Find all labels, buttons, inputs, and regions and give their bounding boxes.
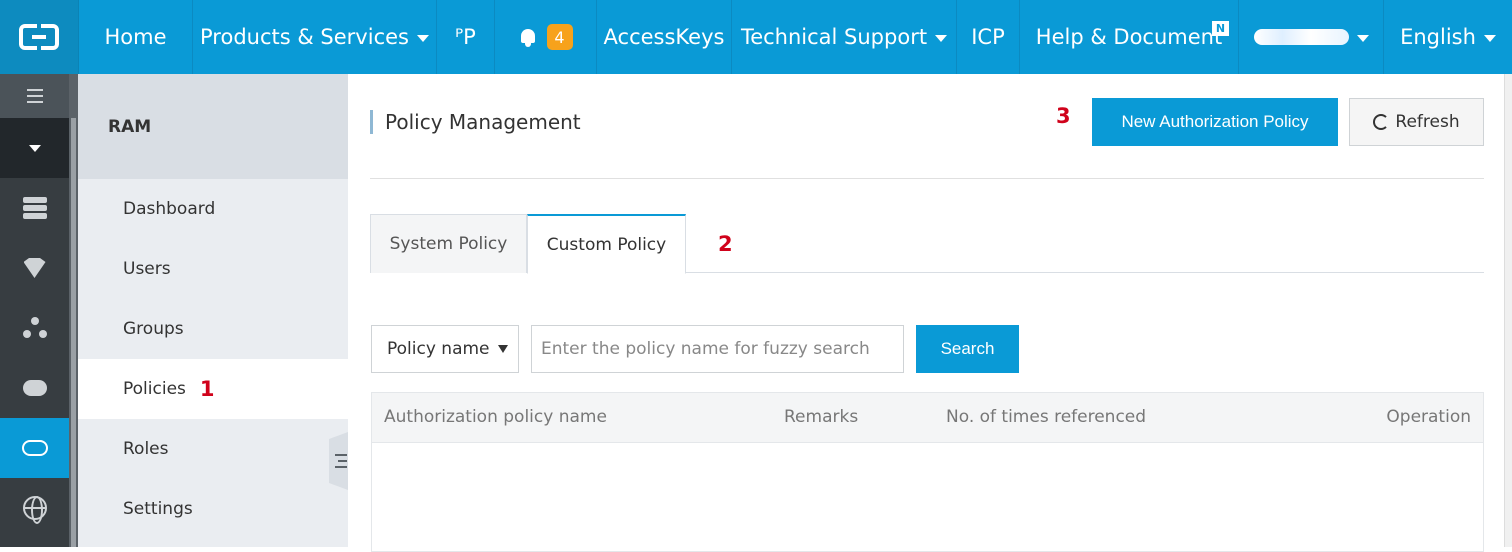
policy-table: Authorization policy name Remarks No. of… — [371, 392, 1484, 552]
globe-icon — [22, 496, 47, 524]
bell-icon — [519, 28, 537, 47]
nav-truncated-label: ᴾP — [455, 25, 476, 49]
nav-help-document[interactable]: Help & Document N — [1020, 0, 1239, 74]
database-icon — [22, 197, 47, 219]
main-content: Policy Management 3 New Authorization Po… — [348, 74, 1512, 552]
tab-label: System Policy — [389, 234, 508, 254]
annotation-marker-2: 2 — [718, 232, 733, 256]
collapse-icon — [334, 454, 347, 468]
new-authorization-policy-button[interactable]: New Authorization Policy — [1092, 98, 1338, 146]
nav-language-label: English — [1400, 25, 1476, 49]
sidebar-item-roles[interactable]: Roles — [78, 419, 348, 479]
menu-icon — [26, 89, 43, 103]
rail-item-globe[interactable] — [0, 478, 69, 538]
rail-item-ram[interactable] — [0, 418, 69, 478]
column-header-remarks: Remarks — [784, 407, 859, 427]
sidebar-item-settings[interactable]: Settings — [78, 479, 348, 539]
annotation-marker-3: 3 — [1056, 104, 1071, 128]
nav-language-selector[interactable]: English — [1384, 0, 1512, 74]
header-divider — [370, 178, 1484, 179]
refresh-icon — [1373, 114, 1390, 130]
chevron-down-icon — [935, 35, 948, 42]
page-title: Policy Management — [370, 110, 581, 134]
column-header-operation: Operation — [1386, 407, 1471, 427]
nav-accesskeys[interactable]: AccessKeys — [597, 0, 732, 74]
rail-item-shield[interactable] — [0, 238, 69, 298]
cloud-outline-icon — [21, 440, 48, 456]
dropdown-icon — [28, 144, 41, 152]
chevron-down-icon — [1483, 35, 1496, 42]
rail-dropdown[interactable] — [0, 118, 69, 178]
nav-notifications[interactable]: 4 — [495, 0, 597, 74]
chevron-down-icon — [416, 35, 429, 42]
column-header-policy-name: Authorization policy name — [384, 407, 607, 427]
aliyun-logo[interactable] — [0, 0, 79, 74]
tab-system-policy[interactable]: System Policy — [370, 214, 527, 273]
rail-scrollbar-thumb[interactable] — [71, 118, 76, 547]
select-value: Policy name — [387, 339, 490, 359]
sidebar-item-label: Users — [123, 259, 171, 279]
table-header-row: Authorization policy name Remarks No. of… — [372, 393, 1483, 443]
nav-home[interactable]: Home — [79, 0, 193, 74]
cloud-icon — [22, 380, 47, 396]
nav-technical-support-label: Technical Support — [740, 25, 928, 49]
new-badge: N — [1212, 21, 1229, 36]
sidebar-collapse-toggle[interactable] — [329, 432, 348, 490]
sidebar-item-groups[interactable]: Groups — [78, 299, 348, 359]
policy-filter-select[interactable]: Policy name — [371, 325, 519, 373]
nav-truncated-item[interactable]: ᴾP — [437, 0, 495, 74]
ram-sidebar: RAM Dashboard Users Groups Policies 1 Rol… — [78, 74, 348, 547]
rail-menu-toggle[interactable] — [0, 74, 69, 118]
sidebar-item-label: Groups — [123, 319, 184, 339]
select-caret-icon — [498, 345, 508, 353]
sidebar-item-label: Policies — [123, 379, 186, 399]
refresh-button[interactable]: Refresh — [1349, 98, 1484, 146]
rail-item-nodes[interactable] — [0, 298, 69, 358]
sidebar-item-policies[interactable]: Policies 1 — [78, 359, 348, 419]
logo-icon — [19, 22, 59, 52]
nav-products-services[interactable]: Products & Services — [193, 0, 437, 74]
notification-count-badge: 4 — [546, 24, 573, 50]
policy-search-input[interactable] — [531, 325, 904, 373]
tab-custom-policy[interactable]: Custom Policy — [527, 214, 686, 274]
rail-item-cloud[interactable] — [0, 358, 69, 418]
annotation-marker-1: 1 — [199, 377, 215, 401]
nav-technical-support[interactable]: Technical Support — [732, 0, 957, 74]
nav-icp[interactable]: ICP — [957, 0, 1020, 74]
refresh-label: Refresh — [1395, 112, 1460, 132]
sidebar-item-label: Roles — [123, 439, 169, 459]
nav-account-menu[interactable] — [1239, 0, 1384, 74]
nodes-icon — [22, 317, 47, 339]
sidebar-item-label: Settings — [123, 499, 193, 519]
redacted-account-name — [1253, 29, 1349, 45]
policy-tabs: System Policy Custom Policy 2 — [370, 214, 1484, 274]
top-navigation-bar: Home Products & Services ᴾP 4 AccessKeys… — [0, 0, 1512, 74]
sidebar-item-users[interactable]: Users — [78, 239, 348, 299]
nav-help-label: Help & Document — [1035, 25, 1223, 49]
page-right-edge — [1504, 74, 1512, 547]
column-header-times-referenced: No. of times referenced — [946, 407, 1147, 427]
search-button[interactable]: Search — [916, 325, 1019, 373]
sidebar-item-label: Dashboard — [123, 199, 216, 219]
chevron-down-icon — [1356, 35, 1369, 42]
nav-accesskeys-label: AccessKeys — [603, 25, 725, 49]
nav-home-label: Home — [104, 25, 167, 49]
nav-icp-label: ICP — [971, 25, 1005, 49]
rail-item-database[interactable] — [0, 178, 69, 238]
product-icon-rail — [0, 74, 69, 547]
tab-label: Custom Policy — [546, 234, 667, 255]
sidebar-item-dashboard[interactable]: Dashboard — [78, 179, 348, 239]
nav-products-label: Products & Services — [200, 25, 409, 49]
shield-icon — [23, 258, 46, 278]
sidebar-title: RAM — [78, 74, 348, 179]
